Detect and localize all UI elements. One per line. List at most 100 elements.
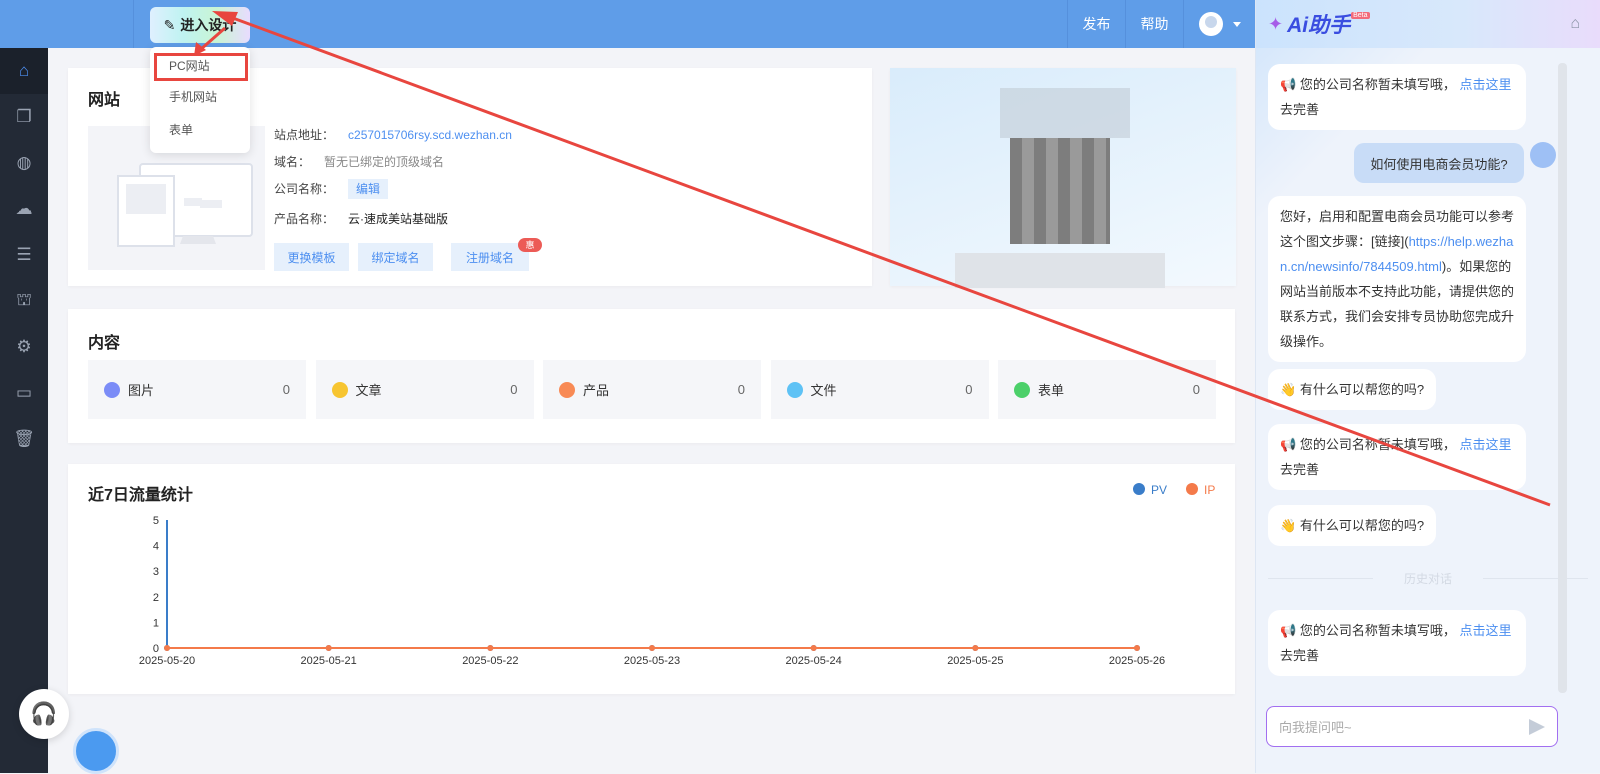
user-menu[interactable]: [1183, 0, 1255, 48]
change-template-button[interactable]: 更换模板: [274, 243, 349, 271]
content-tile[interactable]: 文件 0: [770, 360, 989, 419]
notice-tail: 去完善: [1280, 648, 1320, 663]
menu-item-pc-site[interactable]: PC网站: [154, 53, 248, 81]
menu-item-form[interactable]: 表单: [150, 114, 250, 147]
notice-link[interactable]: 点击这里: [1459, 623, 1511, 638]
settings-icon[interactable]: ⚙: [0, 324, 48, 370]
tile-label: 产品: [583, 383, 610, 398]
wechat-icon[interactable]: ☁: [0, 186, 48, 232]
notice-message: 📢 您的公司名称暂未填写哦， 点击这里 去完善: [1268, 64, 1526, 130]
tile-label: 表单: [1038, 383, 1065, 398]
menu-item-mobile-site[interactable]: 手机网站: [150, 81, 250, 114]
tile-count: 0: [965, 382, 973, 397]
chevron-down-icon: [1232, 21, 1241, 27]
ai-assistant-panel: ✦ Ai助手 Beta ⌂ 📢 您的公司名称暂未填写哦， 点击这里 去完善 如何…: [1255, 0, 1600, 773]
design-dropdown: PC网站 手机网站 表单: [150, 47, 250, 153]
discount-badge: 惠: [518, 238, 542, 252]
y-tick-label: 0: [153, 643, 159, 655]
wave-icon: 👋: [1280, 382, 1300, 397]
user-message: 如何使用电商会员功能?: [1354, 143, 1524, 183]
enter-design-button[interactable]: ✎ 进入设计: [150, 7, 250, 43]
tile-count: 0: [1192, 382, 1200, 397]
legend-label-ip: IP: [1204, 483, 1215, 497]
ai-question-input[interactable]: 向我提问吧~: [1266, 706, 1558, 747]
history-divider: 历史对话: [1268, 570, 1588, 587]
pages-icon[interactable]: ❐: [0, 94, 48, 140]
tile-icon: [331, 381, 348, 398]
content-tile[interactable]: 图片 0: [88, 360, 306, 419]
legend-label-pv: PV: [1151, 483, 1167, 497]
traffic-chart: 0 1 2 3 4 5 2025-05-20 2025-05-21 2025-05-22 2025…: [139, 483, 1215, 667]
content-tile[interactable]: 产品 0: [543, 360, 761, 419]
notice-message-3: 📢 您的公司名称暂未填写哦， 点击这里 去完善: [1268, 610, 1526, 676]
notice-tail: 去完善: [1280, 102, 1320, 117]
notice-text: 您的公司名称暂未填写哦，: [1299, 437, 1456, 452]
blurred-caption: [955, 253, 1165, 288]
notice-text: 您的公司名称暂未填写哦，: [1299, 77, 1456, 92]
y-tick-label: 5: [153, 515, 159, 527]
register-domain-button[interactable]: 注册域名: [451, 243, 529, 271]
avatar: [1198, 12, 1223, 36]
home-icon[interactable]: ⌂: [0, 48, 48, 94]
tile-icon: [786, 381, 803, 398]
tile-icon: [1014, 381, 1030, 398]
data-point-ip: [649, 645, 655, 651]
tile-count: 0: [510, 382, 518, 397]
notice-link[interactable]: 点击这里: [1459, 77, 1511, 92]
bind-domain-button[interactable]: 绑定域名: [358, 243, 433, 271]
assistant-answer: 您好，启用和配置电商会员功能可以参考这个图文步骤：[链接](https://he…: [1268, 196, 1526, 362]
product-label: 产品名称：: [274, 212, 335, 226]
chat-scrollbar[interactable]: [1558, 63, 1567, 693]
content-tile[interactable]: 文章 0: [315, 360, 534, 419]
planet-icon[interactable]: ◍: [0, 140, 48, 186]
x-tick-label: 2025-05-22: [462, 655, 518, 667]
clear-history-icon[interactable]: ⌂: [1570, 15, 1580, 33]
data-point-ip: [164, 645, 170, 651]
help-button[interactable]: 帮助: [1125, 0, 1183, 48]
notice-text: 您的公司名称暂未填写哦，: [1299, 623, 1456, 638]
y-tick-label: 3: [153, 566, 159, 578]
notice-message-2: 📢 您的公司名称暂未填写哦， 点击这里 去完善: [1268, 424, 1526, 490]
tile-label: 文件: [810, 383, 837, 398]
send-icon[interactable]: [1529, 718, 1545, 735]
user-avatar: [1530, 142, 1556, 168]
tile-label: 文章: [355, 383, 382, 398]
content-tile[interactable]: 表单 0: [998, 360, 1216, 419]
tile-label: 图片: [128, 383, 155, 398]
ai-title: Ai助手: [1287, 14, 1351, 37]
x-tick-label: 2025-05-20: [139, 655, 195, 667]
website-title: 网站: [88, 92, 121, 109]
data-point-ip: [810, 645, 817, 651]
notice-link[interactable]: 点击这里: [1459, 437, 1511, 452]
divider: [133, 0, 134, 48]
company-edit-button[interactable]: 编辑: [348, 179, 389, 199]
terminal-icon[interactable]: ▭: [0, 370, 48, 416]
x-tick-label: 2025-05-21: [301, 655, 357, 667]
sidebar: ⌂ ❐ ◍ ☁ ☰ ⛫ ⚙ ▭ 🗑: [0, 48, 48, 773]
company-label: 公司名称：: [274, 182, 335, 196]
y-tick-label: 2: [153, 592, 159, 604]
traffic-chart-card: 近7日流量统计 0 1 2 3 4 5 2025-05-20 2025-05-21 2025-0…: [68, 464, 1235, 694]
headset-icon: 🎧: [30, 701, 58, 726]
floating-widget[interactable]: [73, 728, 119, 774]
site-address-link[interactable]: c257015706rsy.scd.wezhan.cn: [348, 128, 512, 142]
domain-value: 暂无已绑定的顶级域名: [324, 155, 445, 169]
product-value: 云·速成美站基础版: [348, 212, 449, 226]
greeting-message: 👋 有什么可以帮您的吗?: [1268, 369, 1437, 410]
list-icon[interactable]: ☰: [0, 232, 48, 278]
greeting-message-2: 👋 有什么可以帮您的吗?: [1268, 505, 1437, 546]
greeting-text: 有什么可以帮您的吗?: [1299, 518, 1425, 533]
x-tick-label: 2025-05-24: [786, 655, 842, 667]
legend-marker-pv: [1133, 483, 1145, 495]
input-placeholder: 向我提问吧~: [1279, 720, 1352, 735]
customer-service-button[interactable]: 🎧: [19, 689, 69, 739]
tile-count: 0: [737, 382, 745, 397]
publish-button[interactable]: 发布: [1067, 0, 1125, 48]
trash-icon[interactable]: 🗑: [0, 416, 48, 462]
data-point-ip: [487, 645, 494, 651]
blurred-text: [1000, 88, 1130, 138]
shop-icon[interactable]: ⛫: [0, 278, 48, 324]
site-preview-card: [890, 68, 1236, 288]
content-title: 内容: [88, 335, 121, 352]
greeting-text: 有什么可以帮您的吗?: [1299, 382, 1425, 397]
